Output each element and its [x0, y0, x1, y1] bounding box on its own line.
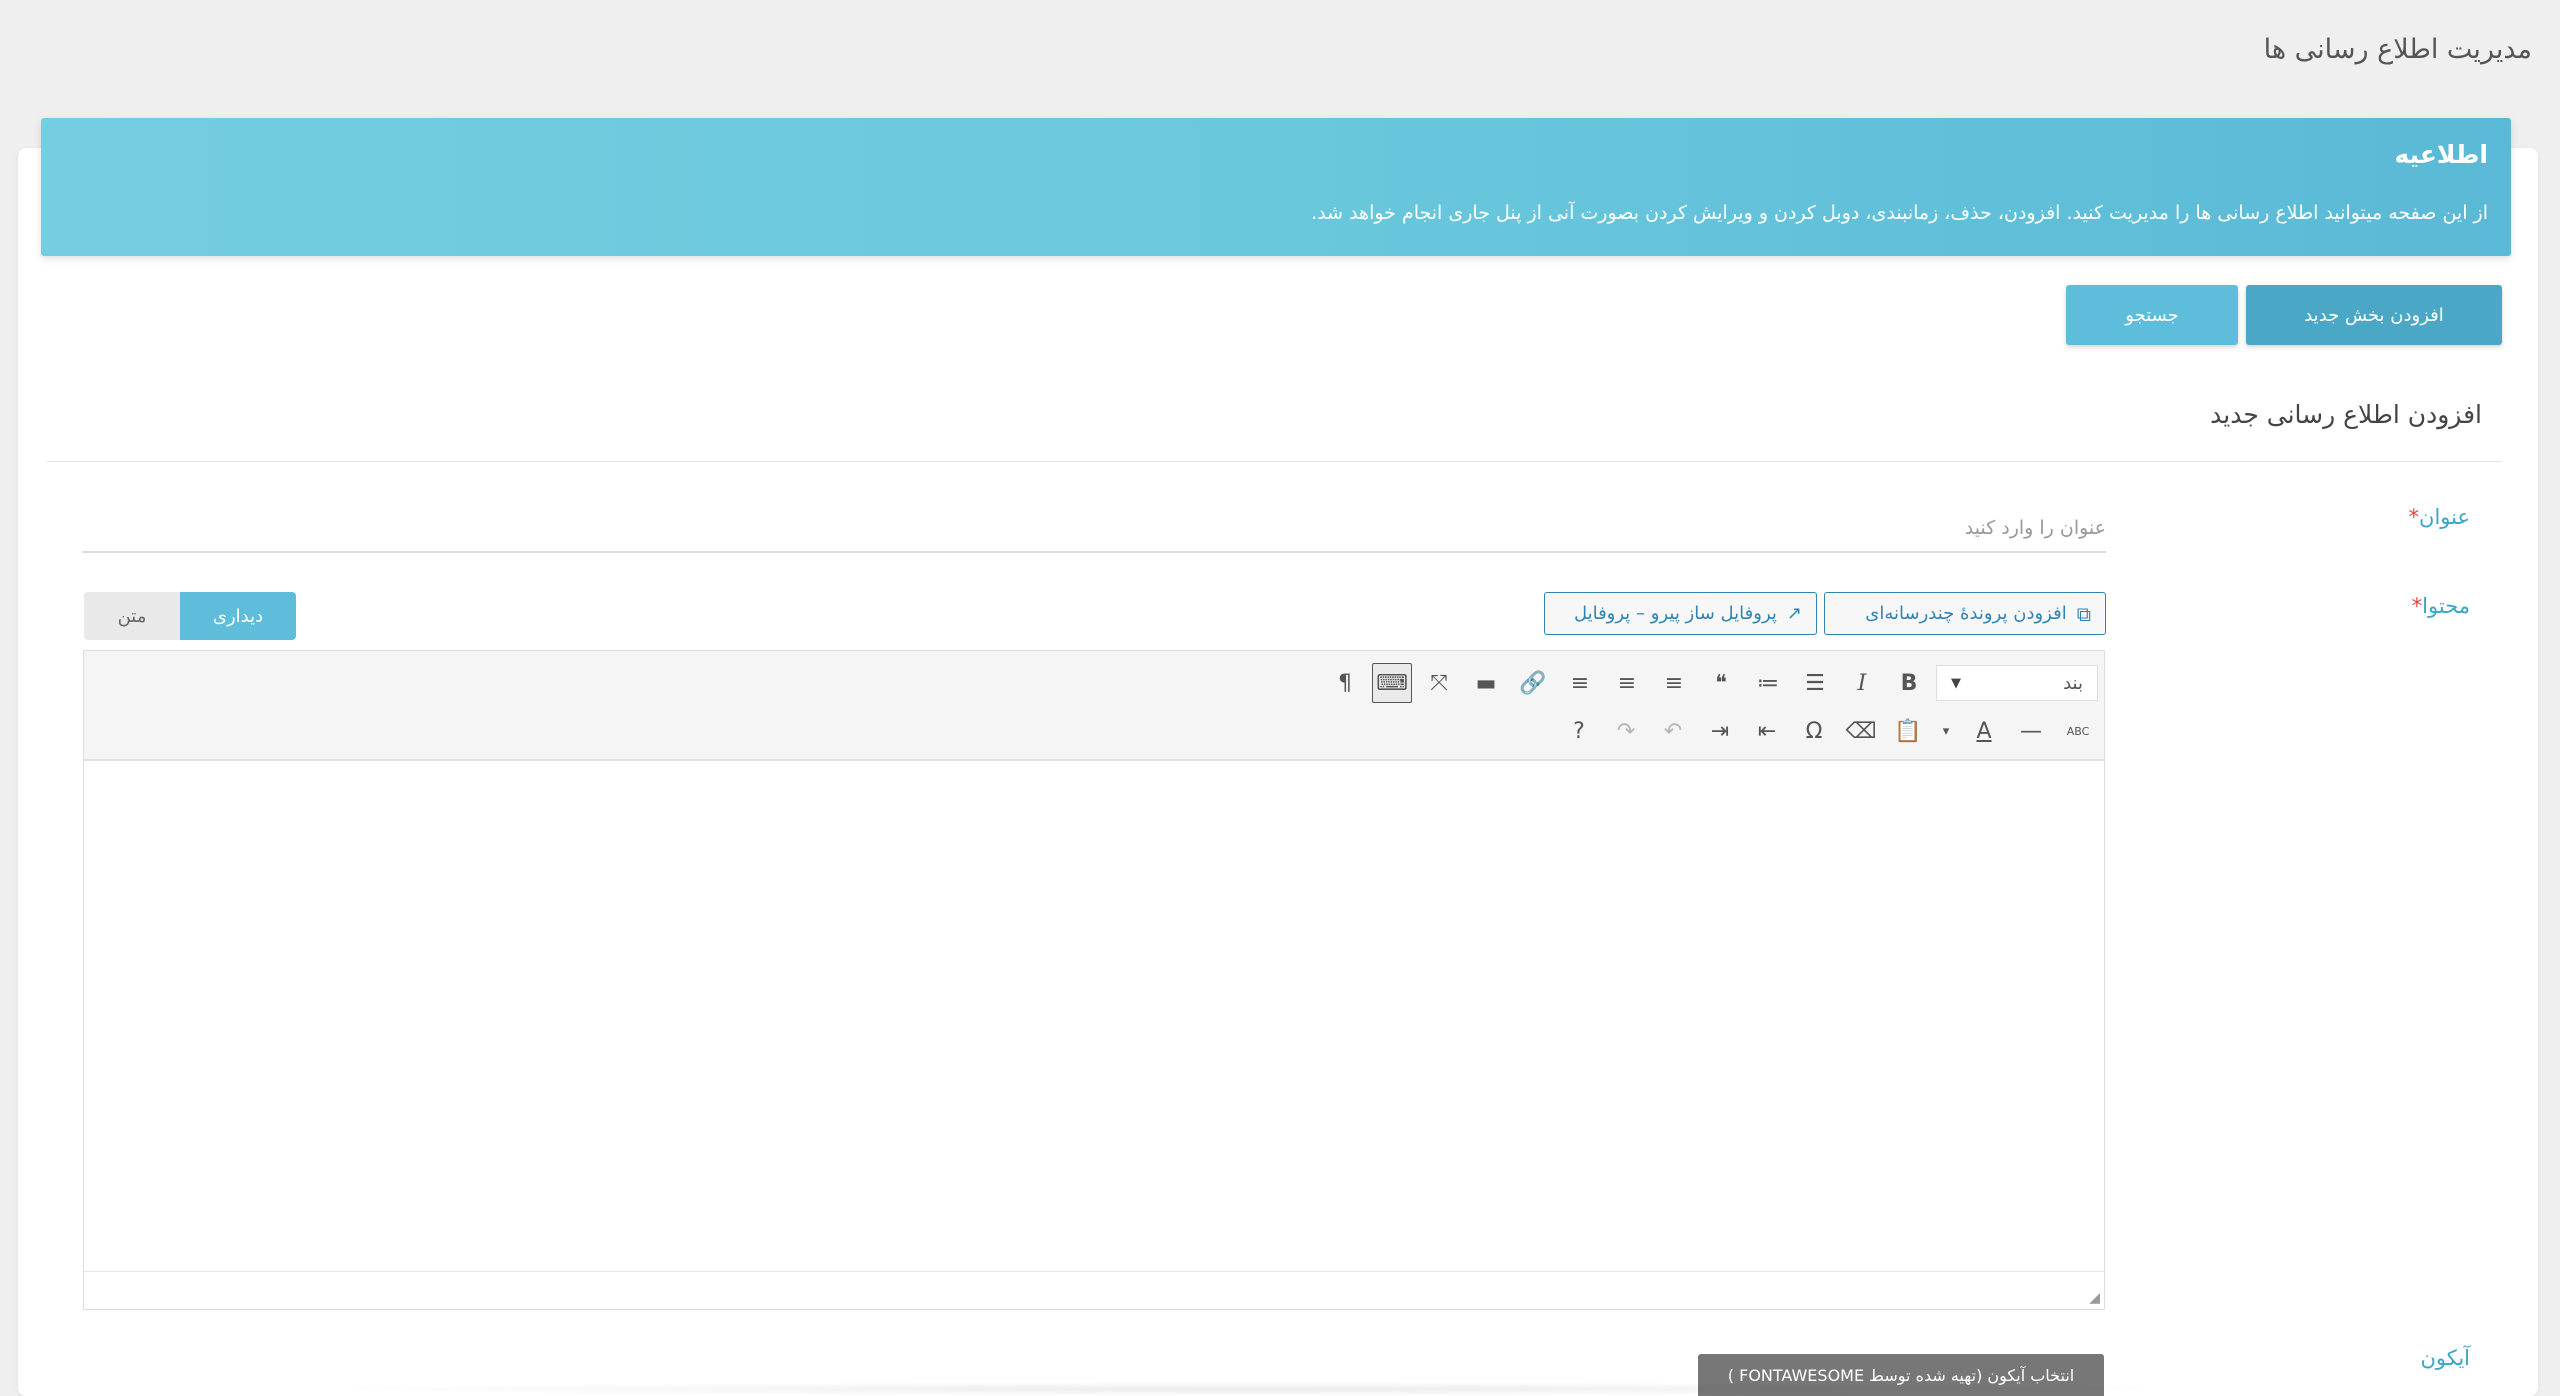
- profile-builder-label: پروفایل ساز پیرو – پروفایل: [1573, 603, 1777, 624]
- info-alert: اطلاعیه از این صفحه میتوانید اطلاع رسانی…: [41, 118, 2511, 256]
- fullscreen-icon[interactable]: ⤧: [1419, 663, 1459, 703]
- bold-icon[interactable]: B: [1889, 663, 1929, 703]
- add-media-button[interactable]: ⧉ افزودن پروندهٔ چندرسانه‌ای: [1824, 592, 2106, 635]
- rich-text-editor: بند ▼ B I ☰ ≔ ❝ ≡ ≡ ≡ 🔗 ▬ ⤧ ⌨ ¶ ABC — A ▾ 📋 ⌫ Ω ⇤ ⇥ ↶ ↷? ◢: [83, 650, 2105, 1310]
- section-title: افزودن اطلاع رسانی جدید: [2210, 400, 2482, 429]
- keyboard-icon[interactable]: ⌨: [1372, 663, 1412, 703]
- redo-icon[interactable]: ↷: [1606, 711, 1646, 751]
- clear-formatting-icon[interactable]: ⌫: [1841, 711, 1881, 751]
- read-more-icon[interactable]: ▬: [1466, 663, 1506, 703]
- alert-text: از این صفحه میتوانید اطلاع رسانی ها را م…: [1311, 202, 2488, 224]
- divider: [46, 461, 2502, 462]
- toolbar-row-1: بند ▼ B I ☰ ≔ ❝ ≡ ≡ ≡ 🔗 ▬ ⤧ ⌨ ¶: [1325, 663, 2098, 703]
- italic-icon[interactable]: I: [1842, 663, 1882, 703]
- alert-title: اطلاعیه: [2394, 140, 2488, 169]
- external-link-icon: ↗: [1786, 603, 1802, 624]
- icon-label: آیکون: [2420, 1346, 2470, 1370]
- add-media-label: افزودن پروندهٔ چندرسانه‌ای: [1865, 603, 2067, 624]
- title-label-text: عنوان: [2419, 505, 2470, 529]
- tab-visual[interactable]: دیداری: [180, 592, 296, 640]
- numbered-list-icon[interactable]: ≔: [1748, 663, 1788, 703]
- link-icon[interactable]: 🔗: [1513, 663, 1553, 703]
- bullet-list-icon[interactable]: ☰: [1795, 663, 1835, 703]
- bottom-shadow: [300, 1382, 2200, 1396]
- text-color-dropdown-icon[interactable]: ▾: [1935, 711, 1957, 751]
- content-label: محتوا*: [2404, 594, 2470, 618]
- format-select[interactable]: بند ▼: [1936, 665, 2098, 701]
- content-label-text: محتوا: [2422, 594, 2470, 618]
- rtl-paragraph-icon[interactable]: ¶: [1325, 663, 1365, 703]
- resize-handle-icon[interactable]: ◢: [2089, 1290, 2100, 1306]
- tab-text[interactable]: متن: [84, 592, 180, 640]
- editor-content-area[interactable]: [84, 763, 2104, 1271]
- text-color-icon[interactable]: A: [1964, 711, 2004, 751]
- title-label: عنوان*: [2401, 505, 2470, 529]
- toolbar-row-2: ABC — A ▾ 📋 ⌫ Ω ⇤ ⇥ ↶ ↷?: [1559, 711, 2098, 751]
- align-left-icon[interactable]: ≡: [1654, 663, 1694, 703]
- editor-statusbar: ◢: [84, 1271, 2104, 1309]
- align-right-icon[interactable]: ≡: [1560, 663, 1600, 703]
- special-character-icon[interactable]: Ω: [1794, 711, 1834, 751]
- chevron-down-icon: ▼: [1951, 675, 1961, 691]
- page-title: مدیریت اطلاع رسانی ها: [2263, 34, 2532, 65]
- blockquote-icon[interactable]: ❝: [1701, 663, 1741, 703]
- indent-icon[interactable]: ⇥: [1700, 711, 1740, 751]
- profile-builder-button[interactable]: ↗ پروفایل ساز پیرو – پروفایل: [1544, 592, 1817, 635]
- align-center-icon[interactable]: ≡: [1607, 663, 1647, 703]
- editor-toolbar: بند ▼ B I ☰ ≔ ❝ ≡ ≡ ≡ 🔗 ▬ ⤧ ⌨ ¶ ABC — A ▾ 📋 ⌫ Ω ⇤ ⇥ ↶ ↷?: [84, 651, 2104, 761]
- undo-icon[interactable]: ↶: [1653, 711, 1693, 751]
- strikethrough-icon[interactable]: ABC: [2058, 711, 2098, 751]
- outdent-icon[interactable]: ⇤: [1747, 711, 1787, 751]
- add-section-button[interactable]: افزودن بخش جدید: [2246, 285, 2502, 345]
- required-mark: *: [2411, 594, 2423, 618]
- required-mark: *: [2408, 505, 2420, 529]
- add-media-icon: ⧉: [2076, 601, 2091, 626]
- help-icon[interactable]: ?: [1559, 711, 1599, 751]
- paste-text-icon[interactable]: 📋: [1888, 711, 1928, 751]
- horizontal-line-icon[interactable]: —: [2011, 711, 2051, 751]
- search-button[interactable]: جستجو: [2066, 285, 2238, 345]
- title-input[interactable]: [82, 505, 2106, 553]
- format-select-value: بند: [2063, 672, 2083, 694]
